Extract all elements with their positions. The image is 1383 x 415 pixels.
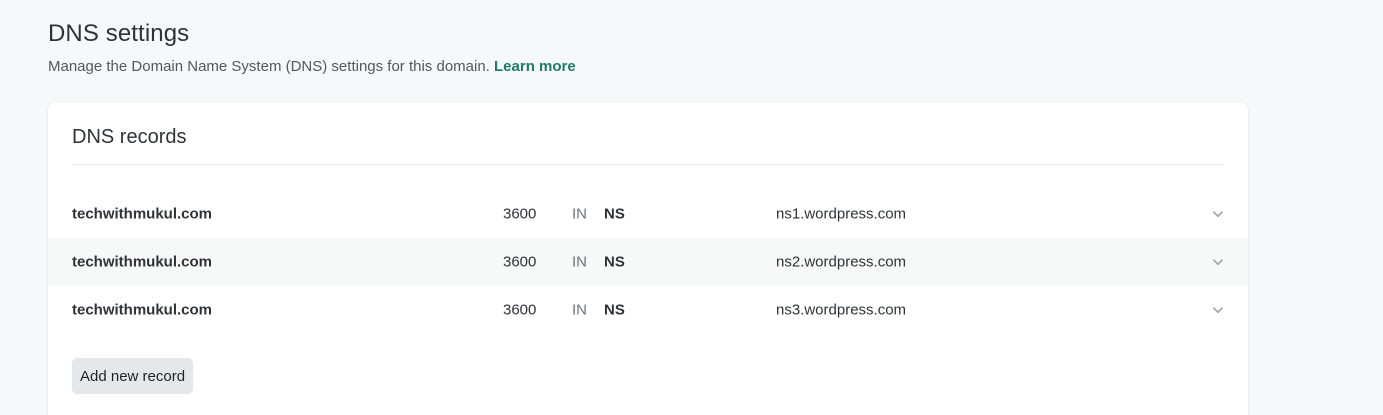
dns-record-row[interactable]: techwithmukul.com 3600 IN NS ns1.wordpre…	[48, 190, 1248, 238]
chevron-down-icon[interactable]	[1212, 304, 1224, 316]
page-title: DNS settings	[48, 20, 190, 47]
chevron-down-icon[interactable]	[1212, 256, 1224, 268]
record-data: ns3.wordpress.com	[776, 301, 907, 319]
dns-record-row[interactable]: techwithmukul.com 3600 IN NS ns2.wordpre…	[48, 238, 1248, 286]
subtitle-text: Manage the Domain Name System (DNS) sett…	[48, 58, 490, 75]
record-ttl: 3600	[503, 205, 537, 223]
record-domain: techwithmukul.com	[72, 205, 213, 223]
record-class: IN	[572, 253, 587, 271]
record-data: ns2.wordpress.com	[776, 253, 907, 271]
record-class: IN	[572, 301, 587, 319]
record-ttl: 3600	[503, 253, 537, 271]
record-domain: techwithmukul.com	[72, 301, 213, 319]
dns-records-card: DNS records techwithmukul.com 3600 IN NS…	[48, 102, 1248, 415]
record-domain: techwithmukul.com	[72, 253, 213, 271]
chevron-down-icon[interactable]	[1212, 208, 1224, 220]
record-type: NS	[604, 301, 625, 319]
card-header: DNS records	[72, 102, 1224, 165]
record-type: NS	[604, 253, 625, 271]
learn-more-link[interactable]: Learn more	[494, 58, 576, 75]
record-ttl: 3600	[503, 301, 537, 319]
record-data: ns1.wordpress.com	[776, 205, 907, 223]
page-subtitle: Manage the Domain Name System (DNS) sett…	[48, 58, 576, 75]
dns-settings-page: DNS settings Manage the Domain Name Syst…	[0, 0, 1383, 415]
card-title: DNS records	[72, 126, 187, 148]
dns-record-row[interactable]: techwithmukul.com 3600 IN NS ns3.wordpre…	[48, 286, 1248, 334]
add-new-record-button[interactable]: Add new record	[72, 358, 194, 394]
record-class: IN	[572, 205, 587, 223]
dns-records-list: techwithmukul.com 3600 IN NS ns1.wordpre…	[48, 190, 1248, 334]
record-type: NS	[604, 205, 625, 223]
